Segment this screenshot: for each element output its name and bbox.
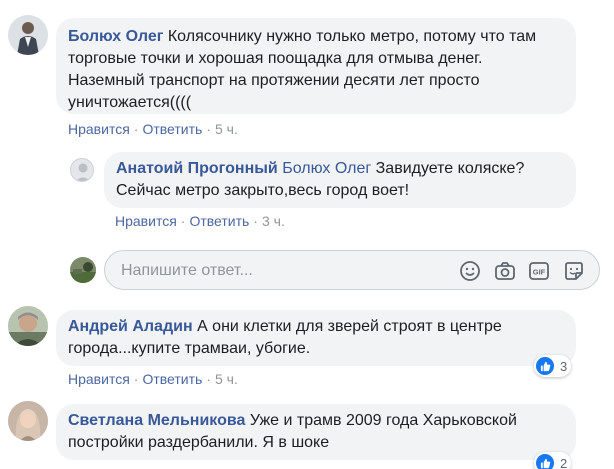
like-icon: [536, 357, 554, 375]
timestamp[interactable]: 3 ч.: [262, 213, 285, 229]
comment-author[interactable]: Светлана Мельникова: [68, 412, 245, 429]
reply-link[interactable]: Ответить: [142, 371, 202, 387]
comment-actions: Нравится · Ответить · 5 ч.: [68, 121, 238, 137]
timestamp[interactable]: 5 ч.: [215, 121, 238, 137]
avatar[interactable]: [8, 306, 48, 346]
comment-bubble: Светлана Мельникова Уже и трамв 2009 год…: [56, 404, 576, 460]
comment-author[interactable]: Болюх Олег: [68, 28, 163, 45]
like-link[interactable]: Нравится: [68, 371, 130, 387]
gif-icon[interactable]: GIF: [528, 260, 550, 282]
avatar[interactable]: [8, 15, 48, 55]
comment-text: Завидуете коляске?: [375, 160, 525, 177]
timestamp[interactable]: 5 ч.: [215, 371, 238, 387]
svg-text:GIF: GIF: [533, 268, 546, 277]
reaction-number: 2: [560, 455, 568, 469]
camera-icon[interactable]: [494, 260, 516, 282]
comment-text: Сейчас метро закрыто,весь город воет!: [116, 182, 410, 199]
avatar[interactable]: [8, 401, 48, 441]
comment-text: А они клетки для зверей строят в центре: [197, 318, 502, 335]
avatar[interactable]: [70, 257, 96, 283]
reaction-count[interactable]: 2: [534, 452, 572, 469]
like-icon: [536, 454, 554, 469]
reply-link[interactable]: Ответить: [142, 121, 202, 137]
like-link[interactable]: Нравится: [115, 213, 177, 229]
mention-link[interactable]: Болюх Олег: [282, 160, 371, 177]
comment-bubble: Анатоий Прогонный Болюх Олег Завидуете к…: [104, 152, 576, 208]
reaction-count[interactable]: 3: [534, 355, 572, 377]
comment-author[interactable]: Андрей Аладин: [68, 318, 193, 335]
comment-text: уничтожается((((: [68, 94, 192, 111]
comment-text: Колясочнику нужно только метро, потому ч…: [167, 28, 537, 45]
comments-section: Болюх Олег Колясочнику нужно только метр…: [0, 0, 614, 469]
comment-bubble: Андрей Аладин А они клетки для зверей ст…: [56, 310, 576, 366]
comment-text: торговые точки и хорошая поощадка для от…: [68, 50, 483, 67]
emoji-icon[interactable]: [459, 260, 481, 282]
comment-actions: Нравится · Ответить · 5 ч.: [68, 371, 238, 387]
reaction-number: 3: [560, 358, 568, 374]
comment-text: постройки раздербанили. Я в шоке: [68, 434, 330, 451]
reply-link[interactable]: Ответить: [189, 213, 249, 229]
reply-box: GIF: [104, 250, 600, 290]
sticker-icon[interactable]: [563, 260, 585, 282]
comment-bubble: Болюх Олег Колясочнику нужно только метр…: [56, 18, 576, 114]
reply-input[interactable]: [119, 259, 443, 283]
comment-actions: Нравится · Ответить · 3 ч.: [115, 213, 285, 229]
like-link[interactable]: Нравится: [68, 121, 130, 137]
comment-text: Наземный транспорт на протяжении десяти …: [68, 72, 480, 89]
avatar[interactable]: [70, 158, 94, 182]
comment-author[interactable]: Анатоий Прогонный: [116, 160, 278, 177]
comment-text: Уже и трамв 2009 года Харьковской: [249, 412, 517, 429]
comment-text: города...купите трамваи, убогие.: [68, 340, 311, 357]
